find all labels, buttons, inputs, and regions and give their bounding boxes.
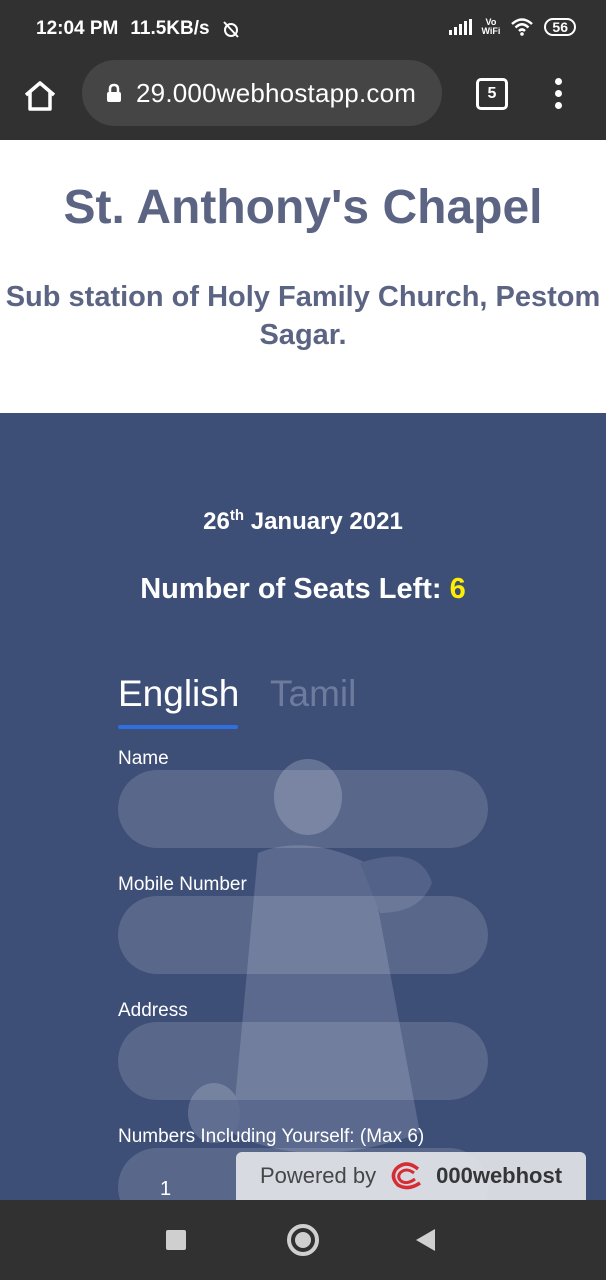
mobile-label: Mobile Number (118, 874, 247, 895)
alarm-off-icon (222, 21, 239, 38)
wifi-icon (511, 18, 534, 36)
seats-left: Number of Seats Left: 6 (0, 573, 606, 606)
event-date-suffix: th (229, 507, 245, 524)
badge-prefix: Powered by (259, 1163, 377, 1188)
subtitle-line-2: Sagar. (259, 319, 347, 351)
powered-by-badge[interactable]: Powered by 000webhost (236, 1152, 586, 1200)
event-date-rest: January 2021 (244, 508, 403, 535)
recent-apps-icon[interactable] (166, 1230, 186, 1250)
seats-count: 6 (449, 573, 466, 605)
back-icon[interactable] (416, 1229, 435, 1251)
more-vert-icon[interactable] (546, 78, 570, 112)
status-time: 12:04 PM (36, 18, 119, 39)
battery-icon: 56 (544, 18, 576, 36)
system-nav-bar (0, 1200, 606, 1280)
page-title: St. Anthony's Chapel (63, 181, 543, 234)
status-bar: 12:04 PM 11.5KB/s Vo WiFi 56 (0, 0, 606, 56)
active-tab-indicator (118, 725, 238, 729)
event-date-day: 26 (203, 508, 230, 535)
site-header: St. Anthony's Chapel Sub station of Holy… (0, 140, 606, 413)
name-field[interactable] (118, 770, 488, 848)
vowifi-icon: Vo WiFi (482, 18, 501, 36)
lock-icon (107, 83, 121, 102)
count-select-value: 1 (160, 1178, 172, 1200)
browser-toolbar: 29.000webhostapp.com 5 (0, 56, 606, 140)
tab-tamil[interactable]: Tamil (270, 673, 356, 715)
page-subtitle: Sub station of Holy Family Church, Pesto… (0, 278, 606, 354)
vowifi-bottom: WiFi (481, 26, 501, 36)
tab-english[interactable]: English (118, 673, 239, 715)
seats-label: Number of Seats Left: (140, 573, 450, 605)
address-bar[interactable]: 29.000webhostapp.com (82, 60, 442, 126)
event-date: 26th January 2021 (0, 507, 606, 536)
status-speed: 11.5KB/s (130, 18, 210, 39)
webhost-logo-icon (391, 1162, 422, 1190)
tabs-icon[interactable]: 5 (476, 78, 508, 110)
subtitle-line-1: Sub station of Holy Family Church, Pesto… (5, 281, 601, 313)
status-right: Vo WiFi 56 (448, 17, 576, 37)
signal-icon (448, 19, 472, 35)
address-label: Address (118, 1000, 188, 1021)
count-label: Numbers Including Yourself: (Max 6) (118, 1126, 425, 1147)
booking-panel: 26th January 2021 Number of Seats Left: … (0, 413, 606, 1200)
address-field[interactable] (118, 1022, 488, 1100)
status-left: 12:04 PM 11.5KB/s (36, 18, 240, 40)
home-circle-icon[interactable] (287, 1224, 319, 1256)
name-label: Name (118, 748, 169, 769)
url-text: 29.000webhostapp.com (136, 77, 417, 108)
mobile-field[interactable] (118, 896, 488, 974)
badge-brand: 000webhost (436, 1163, 563, 1188)
home-icon[interactable] (22, 78, 58, 114)
